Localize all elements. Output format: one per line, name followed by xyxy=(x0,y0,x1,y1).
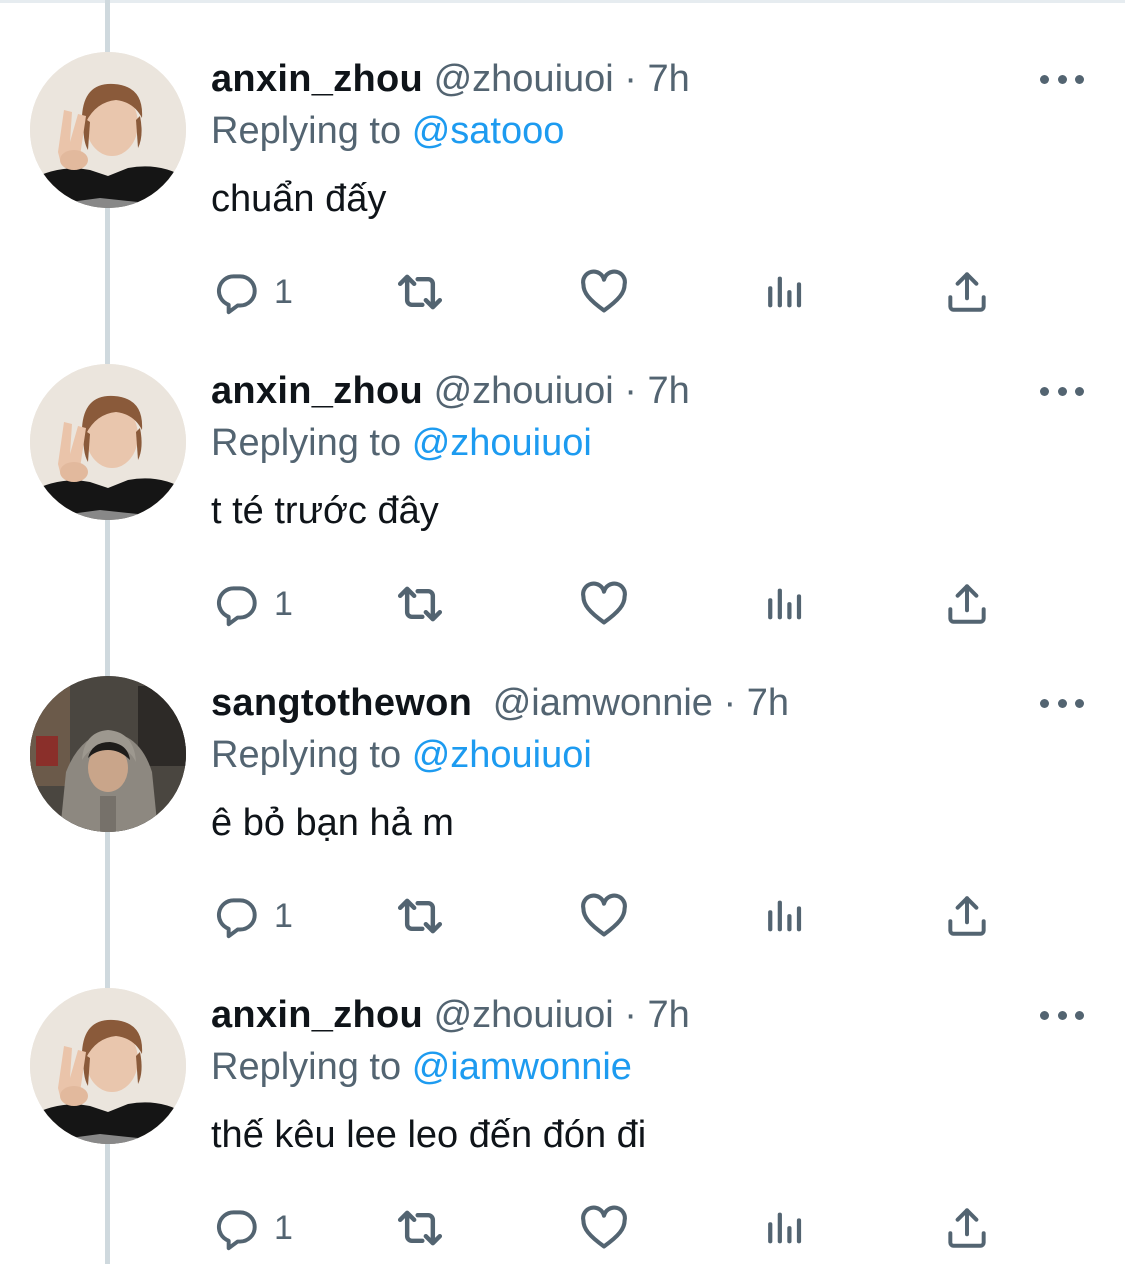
display-name[interactable]: sangtothewon xyxy=(211,682,472,724)
reply-icon xyxy=(212,891,262,941)
tweet-header: sangtothewon @iamwonnie · 7h xyxy=(211,680,789,726)
more-options-button[interactable] xyxy=(1040,64,1084,94)
replying-mention-link[interactable]: @satooo xyxy=(412,110,565,152)
reply-button[interactable]: 1 xyxy=(212,1198,293,1258)
reply-icon xyxy=(212,1203,262,1253)
replying-mention-link[interactable]: @zhouiuoi xyxy=(412,734,592,776)
tweet-text: thế kêu lee leo đến đón đi xyxy=(211,1114,647,1156)
replying-mention-link[interactable]: @zhouiuoi xyxy=(412,422,592,464)
replying-to: Replying to @zhouiuoi xyxy=(211,732,592,778)
tweet[interactable]: anxin_zhou @zhouiuoi · 7h Replying to @z… xyxy=(0,312,1125,624)
replying-prefix: Replying to xyxy=(211,1046,402,1088)
user-handle[interactable]: @iamwonnie xyxy=(493,682,713,724)
more-dots-icon xyxy=(1040,1010,1049,1020)
avatar-photo xyxy=(30,988,186,1144)
tweet[interactable]: sangtothewon @iamwonnie · 7h Replying to… xyxy=(0,624,1125,936)
avatar[interactable] xyxy=(30,676,186,832)
avatar[interactable] xyxy=(30,364,186,520)
views-button[interactable] xyxy=(762,1198,808,1258)
heart-icon xyxy=(578,890,630,942)
user-handle[interactable]: @zhouiuoi xyxy=(434,370,614,412)
tweet-header: anxin_zhou @zhouiuoi · 7h xyxy=(211,992,690,1038)
tweet-header: anxin_zhou @zhouiuoi · 7h xyxy=(211,56,690,102)
reply-icon xyxy=(212,579,262,629)
analytics-icon xyxy=(762,1205,808,1251)
tweet[interactable]: anxin_zhou @zhouiuoi · 7h Replying to @s… xyxy=(0,0,1125,312)
more-dots-icon xyxy=(1040,698,1049,708)
replying-prefix: Replying to xyxy=(211,734,402,776)
heart-icon xyxy=(578,578,630,630)
tweet[interactable]: anxin_zhou @zhouiuoi · 7h Replying to @i… xyxy=(0,936,1125,1248)
separator-dot: · xyxy=(624,58,637,100)
retweet-icon xyxy=(392,1200,448,1256)
tweet-actions: 1 xyxy=(0,1198,1125,1258)
like-button[interactable] xyxy=(578,1198,630,1258)
more-options-button[interactable] xyxy=(1040,688,1084,718)
avatar[interactable] xyxy=(30,52,186,208)
more-options-button[interactable] xyxy=(1040,376,1084,406)
heart-icon xyxy=(578,266,630,318)
heart-icon xyxy=(578,1202,630,1254)
display-name[interactable]: anxin_zhou xyxy=(211,994,423,1036)
separator-dot: · xyxy=(723,682,737,724)
replying-prefix: Replying to xyxy=(211,422,402,464)
retweet-button[interactable] xyxy=(392,1198,448,1258)
replying-prefix: Replying to xyxy=(211,110,402,152)
replying-to: Replying to @zhouiuoi xyxy=(211,420,592,466)
replying-mention-link[interactable]: @iamwonnie xyxy=(412,1046,632,1088)
reply-count: 1 xyxy=(274,1208,293,1247)
tweet-header: anxin_zhou @zhouiuoi · 7h xyxy=(211,368,690,414)
reply-icon xyxy=(212,267,262,317)
timestamp[interactable]: 7h xyxy=(648,370,690,412)
timestamp[interactable]: 7h xyxy=(648,994,690,1036)
share-button[interactable] xyxy=(942,1198,992,1258)
reply-count: 1 xyxy=(274,584,293,623)
user-handle[interactable]: @zhouiuoi xyxy=(434,994,614,1036)
share-icon xyxy=(942,891,992,941)
display-name[interactable]: anxin_zhou xyxy=(211,58,423,100)
reply-count: 1 xyxy=(274,272,293,311)
timestamp[interactable]: 7h xyxy=(648,58,690,100)
display-name[interactable]: anxin_zhou xyxy=(211,370,423,412)
avatar-photo xyxy=(30,676,186,832)
separator-dot: · xyxy=(624,994,637,1036)
avatar-photo xyxy=(30,52,186,208)
user-handle[interactable]: @zhouiuoi xyxy=(434,58,614,100)
more-dots-icon xyxy=(1040,386,1049,396)
tweet-text: t té trước đây xyxy=(211,490,439,532)
analytics-icon xyxy=(762,269,808,315)
tweet-text: ê bỏ bạn hả m xyxy=(211,802,454,844)
avatar[interactable] xyxy=(30,988,186,1144)
replying-to: Replying to @satooo xyxy=(211,108,564,154)
share-icon xyxy=(942,267,992,317)
more-options-button[interactable] xyxy=(1040,1000,1084,1030)
tweet-text: chuẩn đấy xyxy=(211,178,387,220)
timestamp[interactable]: 7h xyxy=(747,682,789,724)
share-icon xyxy=(942,1203,992,1253)
avatar-photo xyxy=(30,364,186,520)
share-icon xyxy=(942,579,992,629)
more-dots-icon xyxy=(1040,74,1049,84)
analytics-icon xyxy=(762,581,808,627)
analytics-icon xyxy=(762,893,808,939)
replying-to: Replying to @iamwonnie xyxy=(211,1044,632,1090)
reply-count: 1 xyxy=(274,896,293,935)
separator-dot: · xyxy=(624,370,637,412)
